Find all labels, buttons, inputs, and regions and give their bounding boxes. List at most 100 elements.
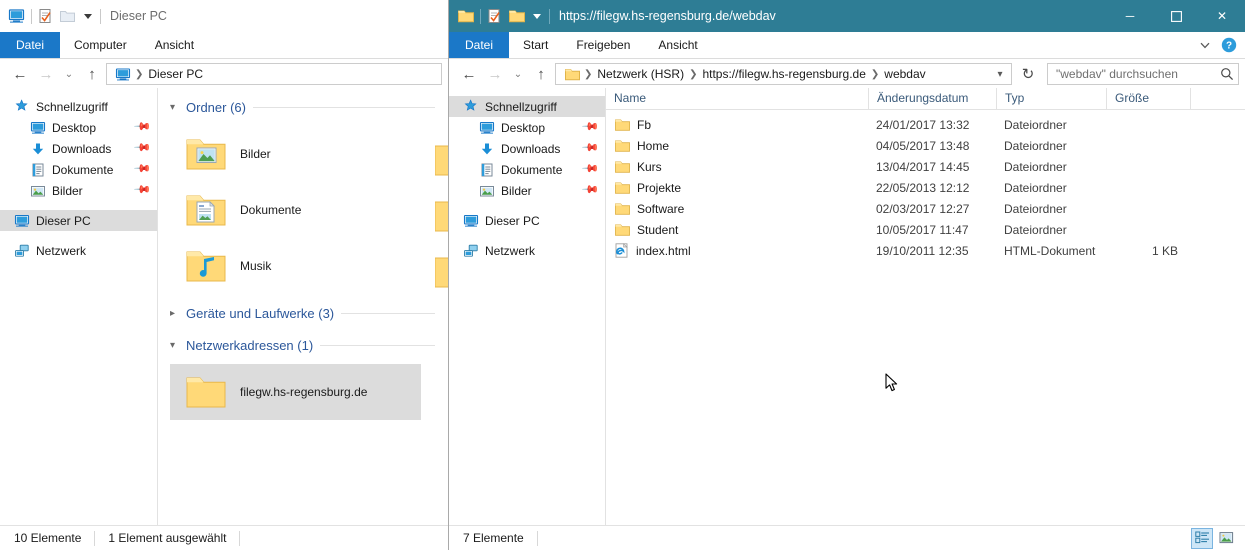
folder-icon[interactable] [508,8,525,24]
properties-checked-icon[interactable] [487,8,502,24]
breadcrumb-webdav[interactable]: webdav [880,67,929,81]
folder-icon [561,67,583,82]
table-row[interactable]: Student 10/05/2017 11:47 Dateiordner [606,219,1245,240]
sidebar-item-downloads[interactable]: Downloads 📌 [449,138,605,159]
search-icon[interactable] [1220,67,1234,81]
table-row[interactable]: Kurs 13/04/2017 14:45 Dateiordner [606,156,1245,177]
sidebar-item-netzwerk[interactable]: Netzwerk [0,240,157,261]
folder-icon[interactable] [457,8,474,24]
tab-datei-left[interactable]: Datei [0,32,61,58]
address-dropdown-icon[interactable]: ▾ [991,69,1009,80]
tile-dokumente[interactable]: Dokumente [170,182,421,238]
pin-icon[interactable]: 📌 [581,139,599,157]
back-button-right[interactable]: ← [457,62,481,86]
file-name-cell: Projekte [606,181,868,195]
up-button-left[interactable]: ↑ [80,62,104,86]
group-header-netzwerkadressen[interactable]: ▾ Netzwerkadressen (1) [158,332,448,358]
breadcrumb-host[interactable]: https://filegw.hs-regensburg.de [698,67,869,81]
column-header-spacer[interactable] [1190,88,1245,109]
chevron-down-icon[interactable] [82,10,94,22]
explorer-window-right: https://filegw.hs-regensburg.de/webdav ─… [449,0,1245,550]
pin-icon[interactable]: 📌 [581,160,599,178]
tile-musik[interactable]: Musik [170,238,421,294]
minimize-button[interactable]: ─ [1107,0,1153,32]
content-pane-left[interactable]: ▾ Ordner (6) Bilder Dokumente Musik ▸ Ge… [158,88,448,525]
forward-button-left[interactable]: → [34,62,58,86]
pin-icon[interactable]: 📌 [581,181,599,199]
search-input[interactable] [1056,67,1220,81]
tab-start[interactable]: Start [509,32,562,58]
pin-icon[interactable]: 📌 [133,160,151,178]
content-pane-right[interactable]: ▲ Name Änderungsdatum Typ Größe [606,88,1245,525]
column-header-name[interactable]: ▲ Name [606,88,868,109]
tab-datei-right[interactable]: Datei [449,32,510,58]
sidebar-item-desktop[interactable]: Desktop 📌 [449,117,605,138]
recent-locations-button-left[interactable]: ⌄ [60,62,78,86]
address-box-right[interactable]: ❯ Netzwerk (HSR) ❯ https://filegw.hs-reg… [555,63,1012,85]
properties-checked-icon[interactable] [38,8,53,24]
navigation-pane-left: Schnellzugriff Desktop 📌 Downloads 📌 Dok… [0,88,158,525]
monitor-icon[interactable] [8,8,25,24]
tile-filegw[interactable]: filegw.hs-regensburg.de [170,364,421,420]
breadcrumb-dieser-pc[interactable]: Dieser PC [144,67,207,81]
table-row[interactable]: Software 02/03/2017 12:27 Dateiordner [606,198,1245,219]
tab-ansicht-left[interactable]: Ansicht [141,32,208,58]
pin-icon[interactable]: 📌 [581,118,599,136]
forward-button-right[interactable]: → [483,62,507,86]
pin-icon[interactable]: 📌 [133,181,151,199]
file-name: Kurs [637,159,662,174]
column-label: Name [614,91,647,105]
table-row[interactable]: Projekte 22/05/2013 12:12 Dateiordner [606,177,1245,198]
table-row[interactable]: Home 04/05/2017 13:48 Dateiordner [606,135,1245,156]
file-date: 19/10/2011 12:35 [876,243,969,258]
maximize-button[interactable] [1153,0,1199,32]
up-button-right[interactable]: ↑ [529,62,553,86]
tab-freigeben[interactable]: Freigeben [562,32,644,58]
titlebar-right[interactable]: https://filegw.hs-regensburg.de/webdav ─… [449,0,1245,32]
sidebar-item-dokumente[interactable]: Dokumente 📌 [449,159,605,180]
group-header-geraete[interactable]: ▸ Geräte und Laufwerke (3) [158,300,448,326]
help-icon[interactable]: ? [1221,37,1237,53]
sidebar-item-bilder[interactable]: Bilder 📌 [449,180,605,201]
details-view-icon[interactable] [1191,527,1213,549]
chevron-down-icon[interactable]: ▾ [170,340,179,351]
large-icons-view-icon[interactable] [1215,528,1237,549]
table-row[interactable]: index.html 19/10/2011 12:35 HTML-Dokumen… [606,240,1245,261]
chevron-down-icon[interactable] [531,10,543,22]
recent-locations-button-right[interactable]: ⌄ [509,62,527,86]
chevron-down-icon[interactable]: ▾ [170,102,179,113]
titlebar-left[interactable]: Dieser PC [0,0,448,32]
table-row[interactable]: Fb 24/01/2017 13:32 Dateiordner [606,114,1245,135]
sidebar-item-desktop[interactable]: Desktop 📌 [0,117,157,138]
tab-computer[interactable]: Computer [60,32,141,58]
chevron-right-icon[interactable]: ▸ [170,308,179,319]
search-box[interactable] [1047,63,1239,85]
chevron-down-icon[interactable] [1199,39,1211,51]
sidebar-item-schnellzugriff[interactable]: Schnellzugriff [449,96,605,117]
sidebar-item-netzwerk[interactable]: Netzwerk [449,240,605,261]
sidebar-item-dieser-pc[interactable]: Dieser PC [449,210,605,231]
back-button-left[interactable]: ← [8,62,32,86]
sidebar-item-dokumente[interactable]: Dokumente 📌 [0,159,157,180]
column-header-type[interactable]: Typ [996,88,1106,109]
file-name: Home [637,138,670,153]
breadcrumb-netzwerk[interactable]: Netzwerk (HSR) [593,67,688,81]
column-header-size[interactable]: Größe [1106,88,1190,109]
folder-icon[interactable] [59,8,76,24]
sidebar-item-label: Desktop [501,120,546,135]
refresh-button[interactable]: ↻ [1016,62,1040,86]
tile-bilder[interactable]: Bilder [170,126,421,182]
sidebar-item-bilder[interactable]: Bilder 📌 [0,180,157,201]
column-header-date[interactable]: Änderungsdatum [868,88,996,109]
group-header-ordner[interactable]: ▾ Ordner (6) [158,94,448,120]
sidebar-item-dieser-pc[interactable]: Dieser PC [0,210,157,231]
pin-icon[interactable]: 📌 [133,118,151,136]
file-name: Fb [637,117,652,132]
sidebar-item-schnellzugriff[interactable]: Schnellzugriff [0,96,157,117]
tab-ansicht-right[interactable]: Ansicht [644,32,711,58]
address-bar-row-right: ← → ⌄ ↑ ❯ Netzwerk (HSR) ❯ https://fileg… [449,59,1245,89]
sidebar-item-downloads[interactable]: Downloads 📌 [0,138,157,159]
pin-icon[interactable]: 📌 [133,139,151,157]
close-button[interactable]: ✕ [1199,0,1245,32]
address-box-left[interactable]: ❯ Dieser PC [106,63,442,85]
